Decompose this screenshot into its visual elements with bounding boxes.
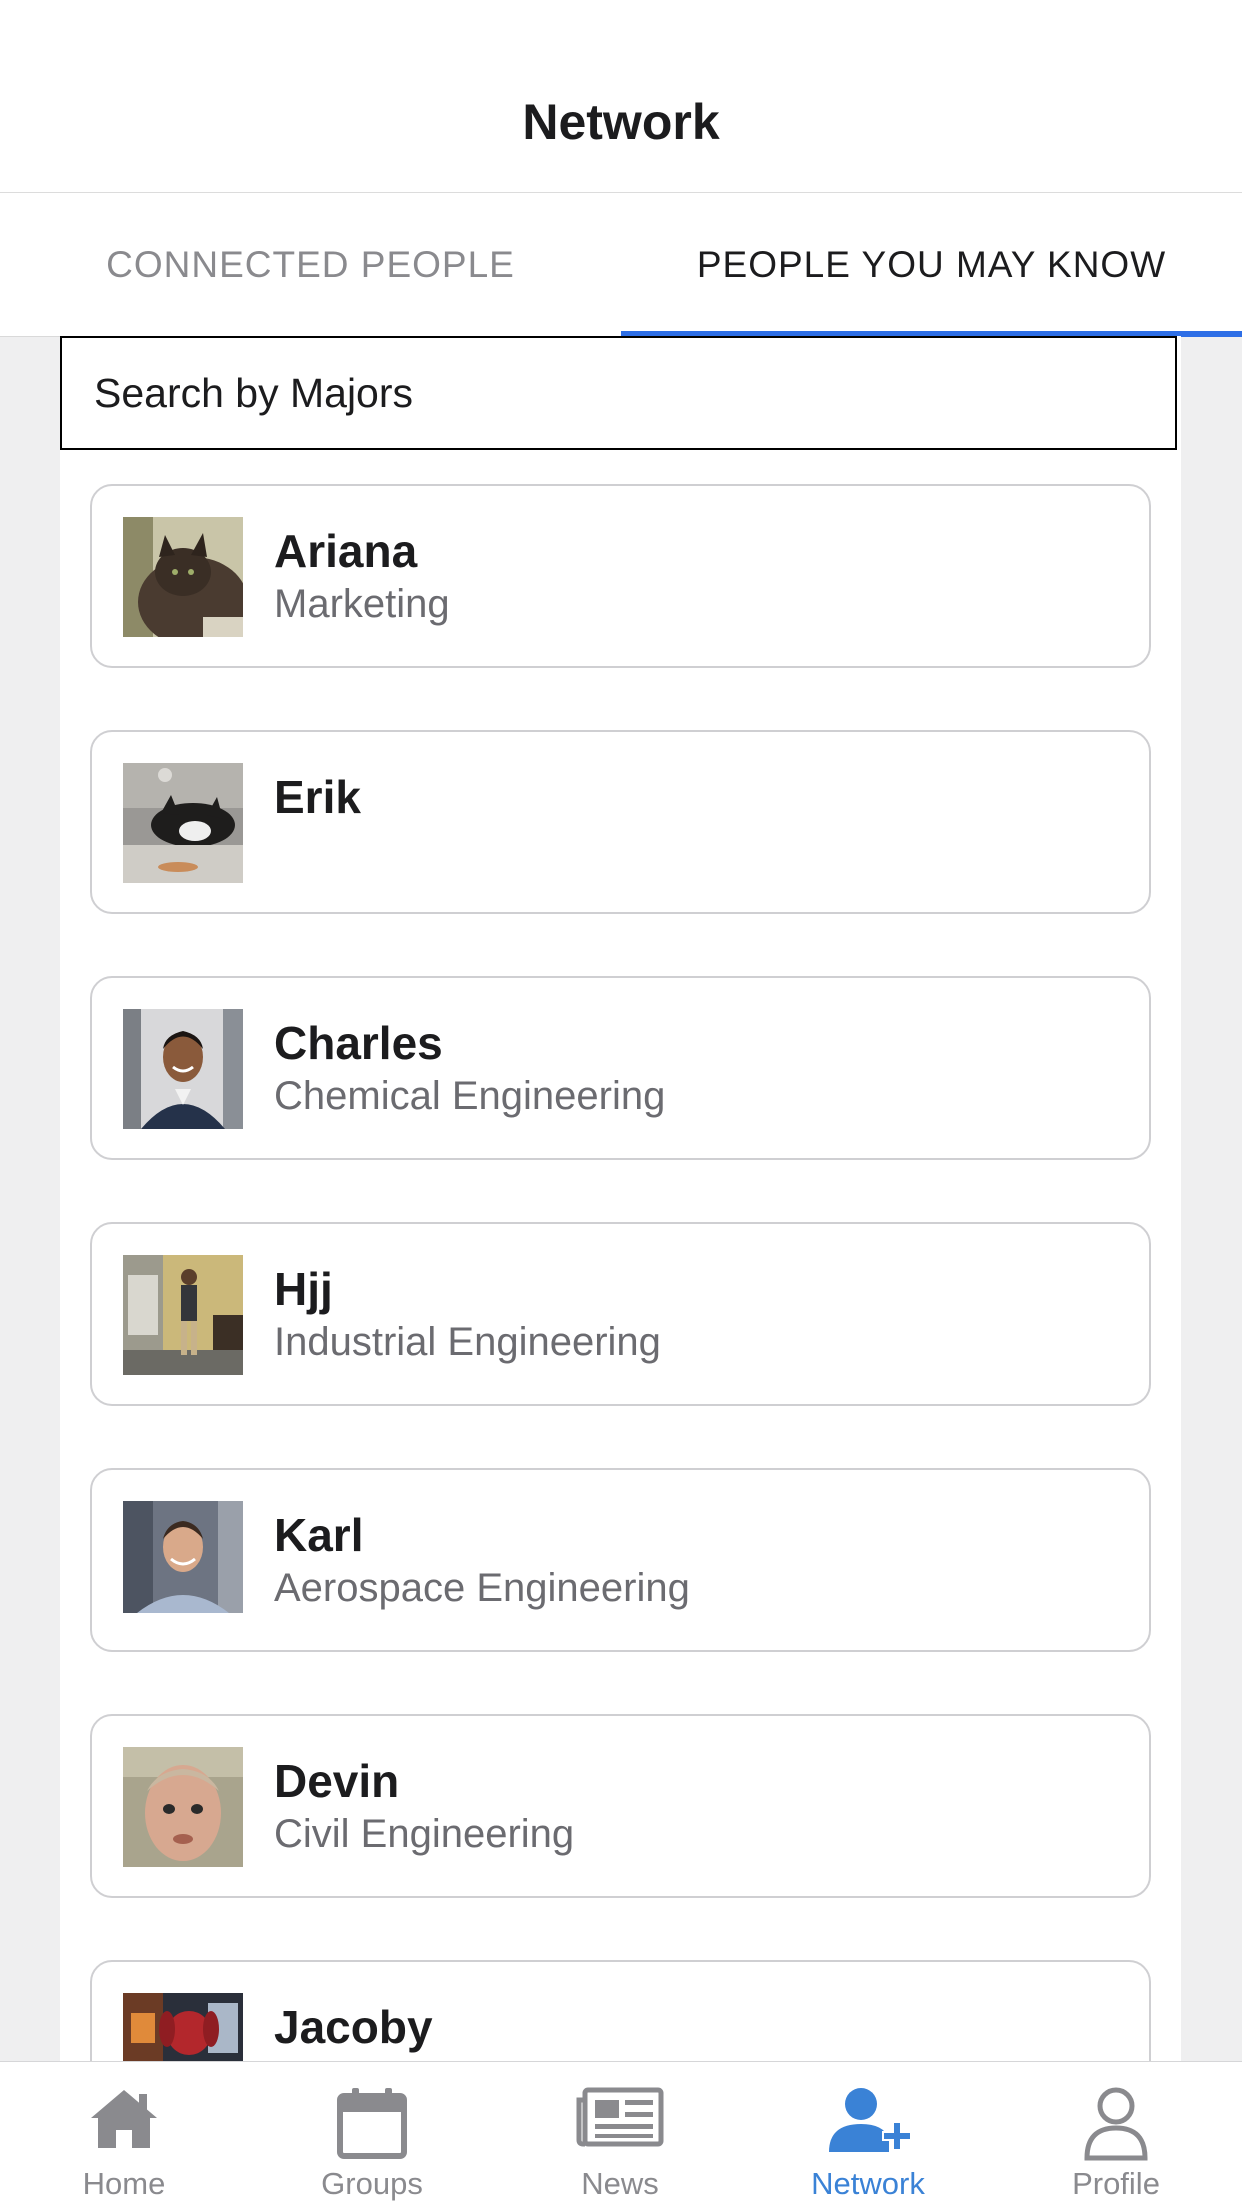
people-list-container: Search by Majors Ariana Marketing Erik C… xyxy=(60,336,1181,2061)
person-name: Jacoby xyxy=(274,2001,433,2053)
person-card-hjj[interactable]: Hjj Industrial Engineering xyxy=(90,1222,1151,1406)
person-major: Marketing xyxy=(274,582,450,626)
avatar xyxy=(123,1747,243,1867)
person-name: Hjj xyxy=(274,1263,333,1315)
avatar xyxy=(123,517,243,637)
person-card-jacoby[interactable]: Jacoby xyxy=(90,1960,1151,2061)
page-title: Network xyxy=(522,94,720,150)
avatar xyxy=(123,763,243,883)
newspaper-icon xyxy=(570,2086,670,2166)
person-card-erik[interactable]: Erik xyxy=(90,730,1151,914)
tab-bar: CONNECTED PEOPLE PEOPLE YOU MAY KNOW xyxy=(0,193,1242,337)
person-major: Industrial Engineering xyxy=(274,1320,661,1364)
person-outline-icon xyxy=(1066,2086,1166,2166)
nav-news[interactable]: News xyxy=(496,2062,744,2209)
avatar xyxy=(123,1009,243,1129)
person-name: Devin xyxy=(274,1755,400,1807)
app-header: Network xyxy=(0,0,1242,193)
avatar xyxy=(123,1993,243,2061)
person-card-charles[interactable]: Charles Chemical Engineering xyxy=(90,976,1151,1160)
person-card-devin[interactable]: Devin Civil Engineering xyxy=(90,1714,1151,1898)
nav-groups[interactable]: Groups xyxy=(248,2062,496,2209)
nav-label: News xyxy=(581,2166,659,2201)
person-name: Charles xyxy=(274,1017,443,1069)
nav-label: Network xyxy=(811,2166,925,2201)
person-name: Ariana xyxy=(274,525,418,577)
home-icon xyxy=(74,2086,174,2166)
nav-home[interactable]: Home xyxy=(0,2062,248,2209)
nav-label: Groups xyxy=(321,2166,423,2201)
person-major: Chemical Engineering xyxy=(274,1074,666,1118)
add-person-icon xyxy=(818,2086,918,2166)
person-name: Karl xyxy=(274,1509,364,1561)
person-card-ariana[interactable]: Ariana Marketing xyxy=(90,484,1151,668)
nav-label: Profile xyxy=(1072,2166,1160,2201)
nav-network[interactable]: Network xyxy=(744,2062,992,2209)
nav-label: Home xyxy=(82,2166,166,2201)
avatar xyxy=(123,1501,243,1621)
person-major: Civil Engineering xyxy=(274,1812,575,1856)
person-name: Erik xyxy=(274,771,361,823)
tab-people-you-may-know[interactable]: PEOPLE YOU MAY KNOW xyxy=(621,193,1242,336)
person-major: Aerospace Engineering xyxy=(274,1566,690,1610)
calendar-icon xyxy=(322,2086,422,2166)
avatar xyxy=(123,1255,243,1375)
tab-connected-people[interactable]: CONNECTED PEOPLE xyxy=(0,193,621,336)
nav-profile[interactable]: Profile xyxy=(992,2062,1240,2209)
search-majors-input[interactable]: Search by Majors xyxy=(60,336,1177,450)
person-card-karl[interactable]: Karl Aerospace Engineering xyxy=(90,1468,1151,1652)
bottom-navigation: Home Groups News Network Profile xyxy=(0,2061,1242,2209)
